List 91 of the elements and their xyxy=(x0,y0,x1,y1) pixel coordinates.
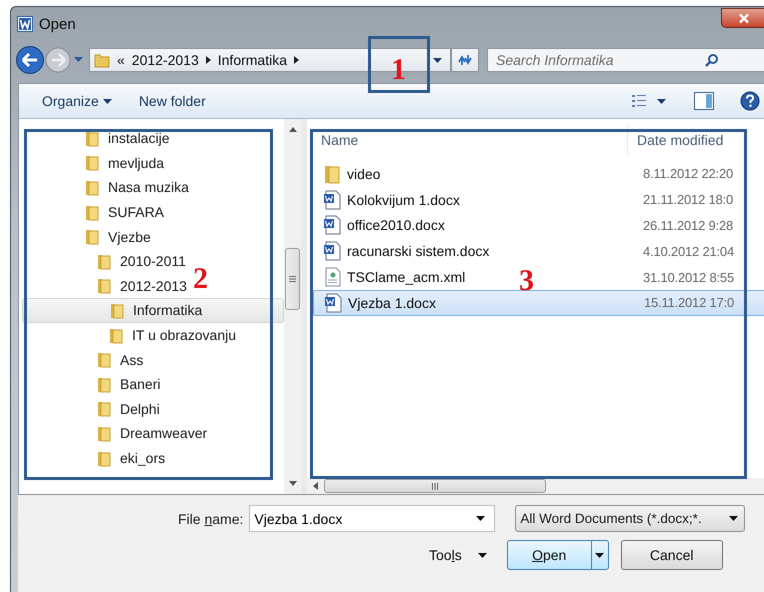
folder-tree-item[interactable]: Delphi xyxy=(22,396,164,422)
chevron-icon[interactable] xyxy=(206,56,211,64)
tools-button[interactable]: Tools xyxy=(429,547,487,563)
file-name-label: File name: xyxy=(178,510,244,526)
file-name-cell[interactable]: racunarski sistem.docx xyxy=(323,241,490,262)
date-cell: 26.11.2012 9:28 xyxy=(643,218,734,233)
refresh-icon[interactable] xyxy=(457,53,473,67)
folder-icon xyxy=(96,277,112,294)
folder-icon xyxy=(84,130,100,147)
search-field[interactable]: Search Informatika xyxy=(487,48,764,72)
word-document-icon xyxy=(323,215,341,236)
folder-tree-item[interactable]: Informatika xyxy=(22,298,284,323)
date-cell: 31.10.2012 8:55 xyxy=(643,270,734,285)
date-cell: 4.10.2012 21:04 xyxy=(643,244,734,259)
breadcrumb-overflow[interactable]: « xyxy=(117,52,125,68)
xml-file-icon xyxy=(323,267,341,288)
scroll-thumb[interactable] xyxy=(324,479,546,493)
folder-icon xyxy=(84,204,100,221)
folder-icon xyxy=(84,178,100,196)
folder-icon xyxy=(96,450,112,467)
column-header[interactable]: Name xyxy=(321,132,627,148)
chevron-icon[interactable] xyxy=(294,56,299,64)
breadcrumb-item[interactable]: 2012-2013 xyxy=(132,52,199,68)
file-name-cell[interactable]: video xyxy=(323,164,380,184)
refresh-button[interactable] xyxy=(451,48,479,72)
file-name-cell[interactable]: Vjezba 1.docx xyxy=(324,292,436,313)
word-document-icon xyxy=(323,190,341,210)
organize-button[interactable]: Organize xyxy=(39,93,126,109)
folder-icon xyxy=(84,154,100,172)
word-document-icon xyxy=(323,241,341,262)
folder-icon xyxy=(109,302,125,319)
folder-tree-item[interactable]: 2012-2013 xyxy=(22,274,191,298)
file-name-cell[interactable]: Kolokvijum 1.docx xyxy=(323,190,460,210)
folder-tree-item[interactable]: eki_ors xyxy=(22,446,170,470)
dropdown-arrow-icon[interactable] xyxy=(657,98,666,104)
file-type-dropdown[interactable]: All Word Documents (*.docx;*. xyxy=(515,505,746,532)
dropdown-arrow-icon[interactable] xyxy=(433,58,442,62)
word-document-icon xyxy=(324,292,342,313)
file-name-field[interactable]: Vjezba 1.docx xyxy=(249,505,496,532)
new-folder-button[interactable]: New folder xyxy=(136,93,220,109)
scrollbar[interactable] xyxy=(284,119,301,494)
scroll-left-icon[interactable] xyxy=(313,482,318,490)
back-button[interactable] xyxy=(15,45,45,75)
file-name-cell[interactable]: office2010.docx xyxy=(323,215,445,236)
annotation-number: 2 xyxy=(193,264,208,294)
folder-icon xyxy=(323,164,341,184)
folder-tree-item[interactable]: Dreamweaver xyxy=(22,421,212,446)
folder-tree-item[interactable]: instalacije xyxy=(22,126,174,151)
dropdown-arrow-icon[interactable] xyxy=(729,516,738,521)
column-header[interactable]: Date modified xyxy=(637,132,724,148)
dropdown-arrow-icon[interactable] xyxy=(595,552,604,558)
folder-icon xyxy=(96,376,112,393)
breadcrumb-item[interactable]: Informatika xyxy=(218,52,287,68)
folder-tree-item[interactable]: Vjezbe xyxy=(22,224,155,249)
folder-icon xyxy=(108,326,124,344)
caret-icon[interactable] xyxy=(102,98,112,104)
window-title: Open xyxy=(39,16,76,32)
date-cell: 21.11.2012 18:0 xyxy=(643,192,734,208)
folder-icon xyxy=(94,52,110,68)
folder-tree-item[interactable]: Ass xyxy=(22,347,148,372)
selected-file-row[interactable]: Vjezba 1.docx 15.11.2012 17:0 xyxy=(313,290,764,316)
folder-tree-item[interactable]: IT u obrazovanju xyxy=(22,322,240,348)
folder-icon xyxy=(96,400,112,418)
preview-pane-icon[interactable] xyxy=(694,92,714,110)
folder-tree-item[interactable]: Baneri xyxy=(22,372,164,397)
open-button[interactable]: Open xyxy=(506,540,609,570)
folder-tree-item[interactable]: mevljuda xyxy=(22,150,168,176)
folder-tree-item[interactable]: Nasa muzika xyxy=(22,175,193,200)
date-cell: 8.11.2012 22:20 xyxy=(643,166,734,182)
dropdown-arrow-icon[interactable] xyxy=(476,516,486,521)
scroll-up-icon[interactable] xyxy=(288,127,296,132)
folder-icon xyxy=(96,252,112,270)
date-cell: 15.11.2012 17:0 xyxy=(644,295,734,310)
folder-icon xyxy=(96,424,112,442)
file-name-cell[interactable]: TSClame_acm.xml xyxy=(323,267,466,288)
folder-icon xyxy=(84,228,100,246)
dropdown-arrow-icon[interactable] xyxy=(478,552,487,558)
cancel-button[interactable]: Cancel xyxy=(620,540,723,570)
word-icon xyxy=(17,16,33,32)
folder-icon xyxy=(96,351,112,368)
scrollbar[interactable] xyxy=(307,478,764,494)
folder-tree-item[interactable]: SUFARA xyxy=(22,200,168,224)
scroll-down-icon[interactable] xyxy=(288,481,296,486)
history-dropdown-icon[interactable] xyxy=(74,57,83,63)
scroll-thumb[interactable] xyxy=(285,248,300,310)
views-icon[interactable] xyxy=(631,93,647,109)
close-button[interactable] xyxy=(721,8,764,28)
close-icon[interactable] xyxy=(738,12,750,24)
search-icon xyxy=(705,53,719,67)
folder-tree-item[interactable]: 2010-2011 xyxy=(22,248,190,274)
help-icon[interactable] xyxy=(740,91,760,111)
